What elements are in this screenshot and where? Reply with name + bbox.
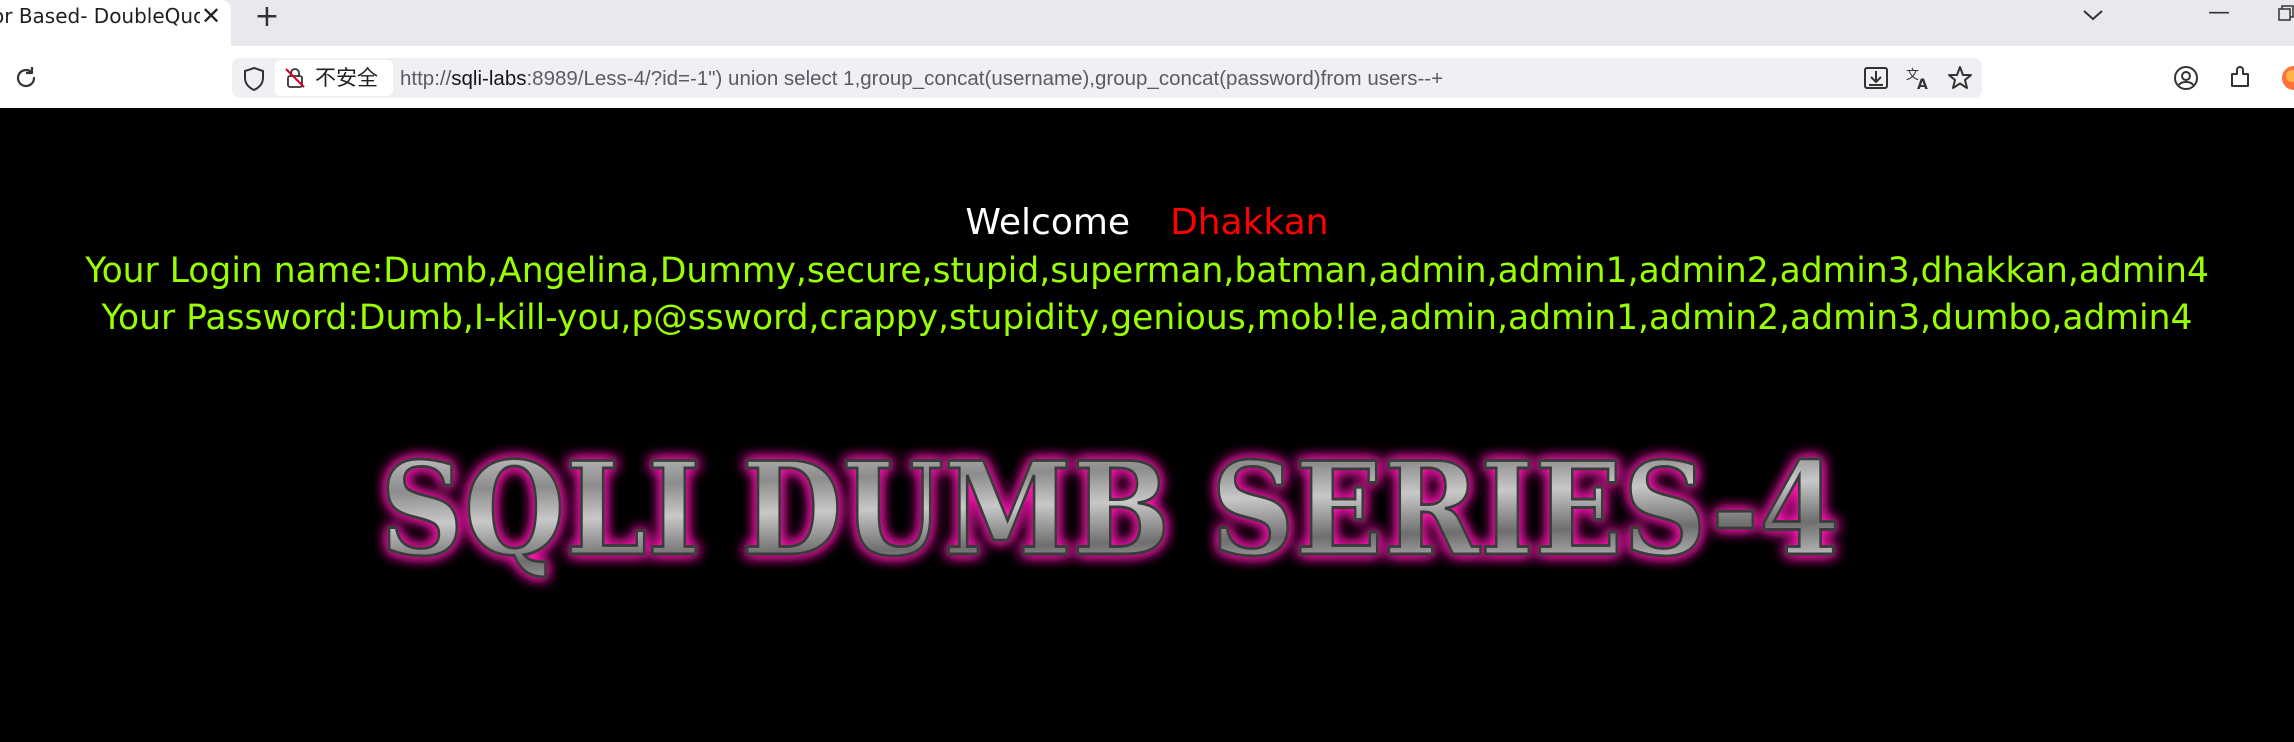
password-result: Your Password:Dumb,I-kill-you,p@ssword,c…: [101, 298, 2193, 338]
url-scheme: http://: [400, 67, 452, 90]
insecure-label: 不安全: [315, 66, 378, 90]
minimize-button[interactable]: —: [2208, 2, 2230, 24]
url-path: :8989/Less-4/?id=-1") union select 1,gro…: [526, 67, 1444, 90]
reload-icon[interactable]: [12, 64, 40, 92]
login-name-result: Your Login name:Dumb,Angelina,Dummy,secu…: [85, 251, 2209, 291]
tab-title: or Based- DoubleQuotes: [0, 4, 200, 28]
firefox-icon[interactable]: [2280, 64, 2294, 92]
tab-close-button[interactable]: ✕: [199, 4, 223, 28]
welcome-name: Dhakkan: [1170, 202, 1329, 243]
banner-text: SQLI DUMB SERIES-4: [380, 435, 1840, 585]
shield-icon[interactable]: [242, 66, 266, 92]
url-text[interactable]: http://sqli-labs:8989/Less-4/?id=-1") un…: [400, 66, 1443, 92]
restore-window-icon[interactable]: [2278, 5, 2294, 21]
url-host: sqli-labs: [451, 67, 527, 90]
install-app-icon[interactable]: [1862, 64, 1890, 92]
svg-text:A: A: [1917, 77, 1928, 92]
account-icon[interactable]: [2172, 64, 2200, 92]
star-bookmark-icon[interactable]: [1946, 64, 1974, 92]
welcome-text: Welcome: [965, 202, 1131, 243]
navigation-toolbar: 不安全 http://sqli-labs:8989/Less-4/?id=-1"…: [0, 46, 2294, 108]
insecure-lock-icon: [285, 68, 305, 88]
new-tab-button[interactable]: +: [252, 2, 282, 32]
site-info-button[interactable]: 不安全: [275, 60, 393, 96]
tab-strip: or Based- DoubleQuotes ✕ + —: [0, 0, 2294, 46]
active-tab[interactable]: or Based- DoubleQuotes ✕: [0, 0, 231, 46]
series-banner: SQLI DUMB SERIES-4: [379, 434, 1842, 587]
welcome-line: Welcome Dhakkan: [0, 200, 2294, 246]
extensions-icon[interactable]: [2226, 64, 2254, 92]
chevron-down-icon[interactable]: [2080, 4, 2106, 26]
translate-icon[interactable]: 文 A: [1904, 64, 1932, 92]
page-content: Welcome Dhakkan Your Login name:Dumb,Ange…: [0, 108, 2294, 742]
